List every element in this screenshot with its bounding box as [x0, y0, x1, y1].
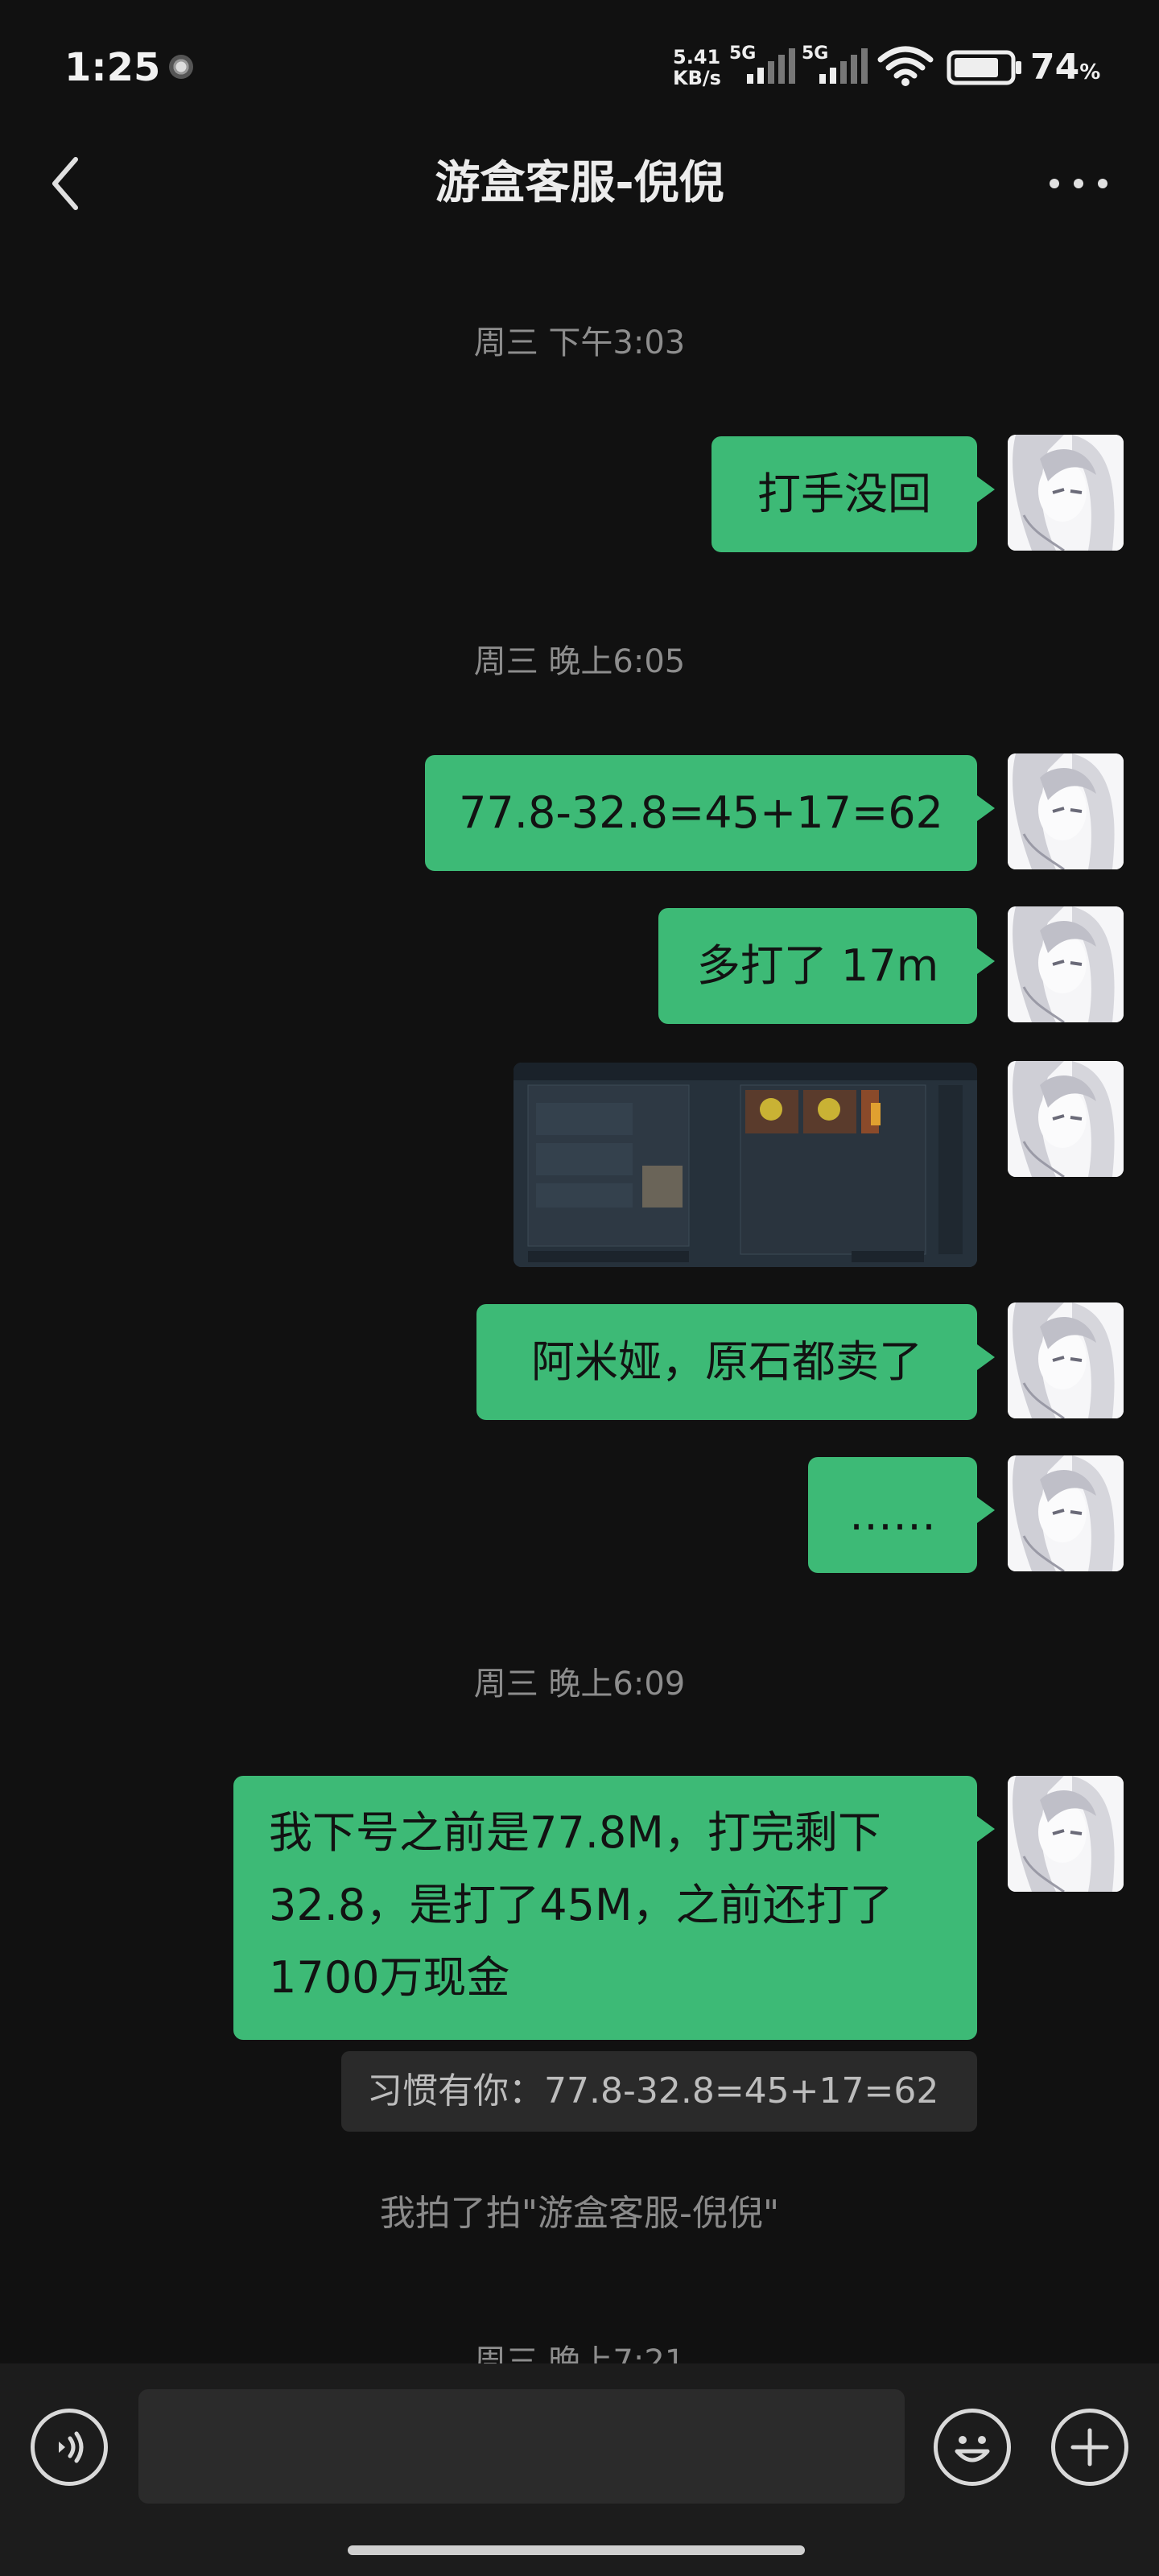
message-image[interactable]: [514, 1063, 977, 1267]
more-options-button[interactable]: [1038, 151, 1119, 216]
message-bubble[interactable]: ……: [808, 1457, 995, 1573]
voice-icon: [59, 2431, 84, 2463]
avatar[interactable]: [1008, 753, 1124, 869]
timestamp: 周三 下午3:03: [473, 324, 686, 361]
quote-text: 习惯有你：77.8-32.8=45+17=62: [367, 2070, 939, 2112]
emoji-icon: [955, 2436, 990, 2462]
battery-icon: [947, 50, 1021, 85]
game-screenshot-thumbnail: [514, 1063, 977, 1267]
plus-button[interactable]: [1051, 2409, 1128, 2486]
notification-icon: [169, 55, 193, 79]
wifi-icon: [877, 46, 934, 86]
avatar[interactable]: [1008, 435, 1124, 551]
battery-percent-unit: %: [1079, 60, 1101, 85]
network-speed: 5.41 KB/s: [673, 47, 721, 89]
message-text: 多打了 17m: [696, 940, 939, 991]
timestamp: 周三 晚上6:09: [473, 1666, 686, 1703]
message-input[interactable]: [138, 2389, 905, 2504]
message-text-line: 我下号之前是77.8M，打完剩下: [269, 1807, 881, 1858]
message-text: ……: [849, 1489, 936, 1540]
voice-button[interactable]: [31, 2409, 108, 2486]
message-bubble[interactable]: 阿米娅，原石都卖了: [476, 1304, 995, 1420]
avatar[interactable]: [1008, 906, 1124, 1022]
message-text: 77.8-32.8=45+17=62: [459, 787, 943, 838]
message-bubble[interactable]: 多打了 17m: [658, 908, 995, 1024]
avatar[interactable]: [1008, 1776, 1124, 1892]
message-bubble[interactable]: 我下号之前是77.8M，打完剩下 32.8，是打了45M，之前还打了 1700万…: [233, 1776, 995, 2040]
pat-system-message: 我拍了拍"游盒客服-倪倪": [379, 2193, 780, 2234]
emoji-button[interactable]: [934, 2409, 1011, 2486]
message-text-line: 1700万现金: [269, 1952, 510, 2003]
battery-percent-value: 74: [1030, 47, 1080, 88]
network-speed-value: 5.41: [673, 46, 721, 68]
battery-percent: 74%: [1030, 43, 1100, 97]
avatar[interactable]: [1008, 1302, 1124, 1418]
avatar[interactable]: [1008, 1455, 1124, 1571]
message-bubble[interactable]: 打手没回: [711, 436, 995, 552]
message-text-line: 32.8，是打了45M，之前还打了: [269, 1880, 893, 1930]
home-indicator[interactable]: [348, 2545, 805, 2555]
timestamp: 周三 晚上6:05: [473, 643, 686, 680]
plus-icon: [1070, 2428, 1109, 2467]
signal-bars-1-icon: [747, 47, 795, 84]
status-time: 1:25: [64, 45, 161, 90]
avatar[interactable]: [1008, 1061, 1124, 1177]
quoted-message[interactable]: 习惯有你：77.8-32.8=45+17=62: [341, 2051, 977, 2132]
message-bubble[interactable]: 77.8-32.8=45+17=62: [425, 755, 995, 871]
chat-title: 游盒客服-倪倪: [435, 157, 724, 209]
network-speed-unit: KB/s: [673, 67, 721, 89]
message-text: 打手没回: [757, 469, 931, 519]
signal-bars-2-icon: [819, 47, 868, 84]
message-text: 阿米娅，原石都卖了: [531, 1336, 922, 1387]
